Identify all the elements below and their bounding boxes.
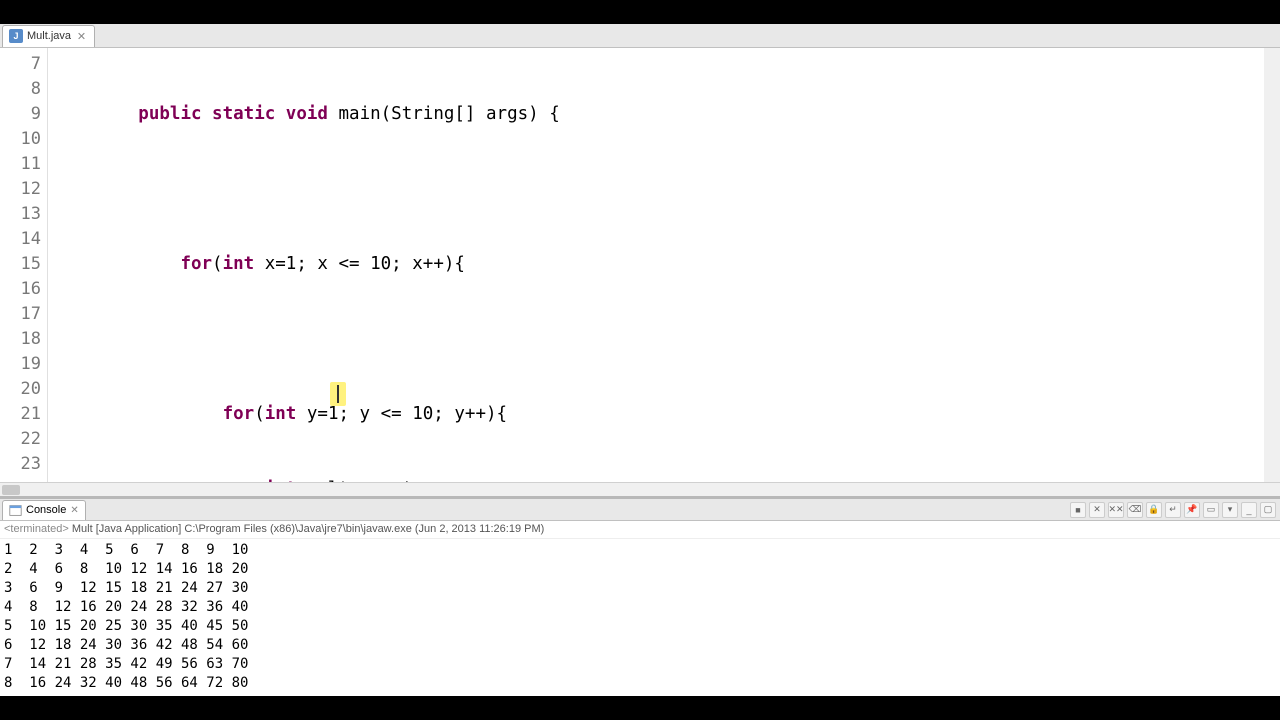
minimize-button[interactable]: _ <box>1241 502 1257 518</box>
console-tab[interactable]: Console ✕ <box>2 500 86 520</box>
terminate-button[interactable]: ■ <box>1070 502 1086 518</box>
close-console-icon[interactable]: ✕ <box>70 505 78 516</box>
scroll-lock-button[interactable]: 🔒 <box>1146 502 1162 518</box>
open-console-button[interactable]: ▾ <box>1222 502 1238 518</box>
editor-tabbar: J Mult.java ✕ <box>0 24 1280 48</box>
display-selected-button[interactable]: ▭ <box>1203 502 1219 518</box>
close-tab-icon[interactable]: ✕ <box>75 30 88 43</box>
console-tabbar: Console ✕ ■ ✕ ✕✕ ⌫ 🔒 ↵ 📌 ▭ ▾ _ ▢ <box>0 499 1280 521</box>
console-tab-label: Console <box>26 504 66 516</box>
editor-scrollbar[interactable] <box>1264 48 1280 482</box>
editor-tab-mult[interactable]: J Mult.java ✕ <box>2 25 95 47</box>
console-output[interactable]: 1 2 3 4 5 6 7 8 9 10 2 4 6 8 10 12 14 16… <box>0 539 1280 696</box>
pin-console-button[interactable]: 📌 <box>1184 502 1200 518</box>
remove-launch-button[interactable]: ✕ <box>1089 502 1105 518</box>
maximize-button[interactable]: ▢ <box>1260 502 1276 518</box>
clear-console-button[interactable]: ⌫ <box>1127 502 1143 518</box>
remove-all-button[interactable]: ✕✕ <box>1108 502 1124 518</box>
word-wrap-button[interactable]: ↵ <box>1165 502 1181 518</box>
console-view: Console ✕ ■ ✕ ✕✕ ⌫ 🔒 ↵ 📌 ▭ ▾ _ ▢ <termin… <box>0 496 1280 696</box>
line-number-gutter: 7 8 9 10 11 12 13 14 15 16 17 18 19 20 2… <box>0 48 48 482</box>
console-status: <terminated> Mult [Java Application] C:\… <box>0 521 1280 539</box>
java-file-icon: J <box>9 29 23 43</box>
code-editor[interactable]: 7 8 9 10 11 12 13 14 15 16 17 18 19 20 2… <box>0 48 1280 482</box>
tab-filename: Mult.java <box>27 30 71 42</box>
highlight-cursor-icon <box>330 382 346 406</box>
code-area[interactable]: public static void main(String[] args) {… <box>48 48 1280 482</box>
console-icon <box>9 504 22 517</box>
console-toolbar: ■ ✕ ✕✕ ⌫ 🔒 ↵ 📌 ▭ ▾ _ ▢ <box>1070 502 1280 518</box>
editor-hscrollbar[interactable] <box>0 482 1280 496</box>
ide-workspace: J Mult.java ✕ 7 8 9 10 11 12 13 14 15 16… <box>0 24 1280 696</box>
